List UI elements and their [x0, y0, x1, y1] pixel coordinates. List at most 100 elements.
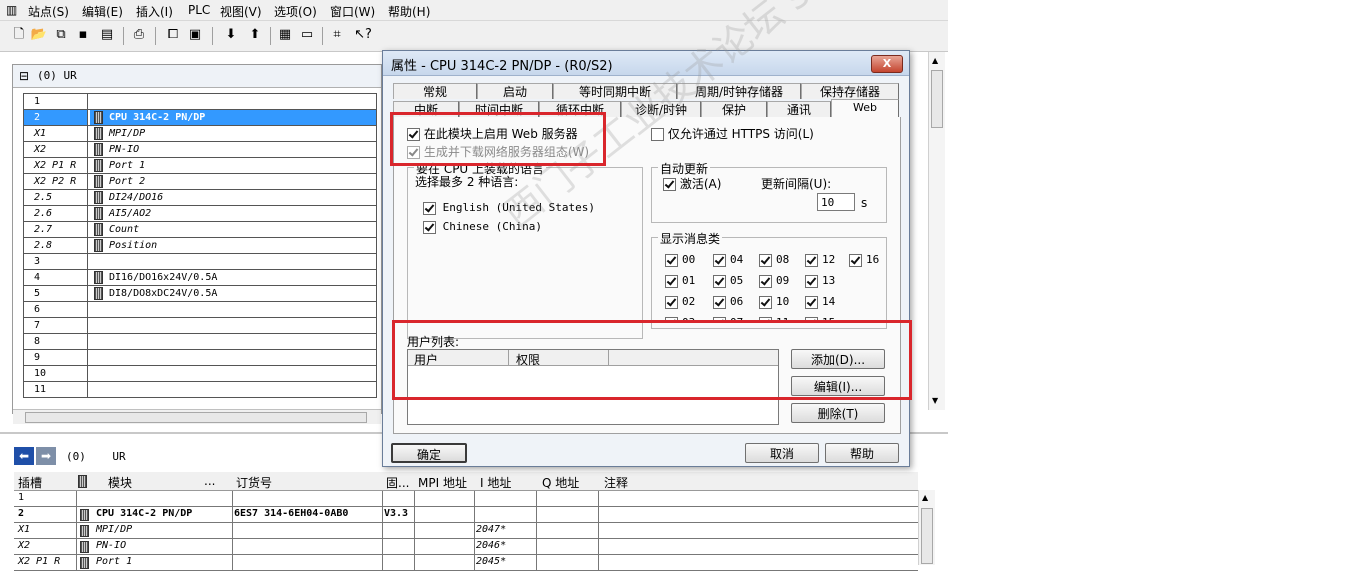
https-only-option[interactable]: 仅允许通过 HTTPS 访问(L)	[651, 125, 814, 142]
scroll-down-icon[interactable]: ▼	[932, 396, 938, 405]
detail-vertical-scrollbar[interactable]: ▲	[918, 490, 935, 565]
network-view-icon[interactable]: ⌗	[328, 26, 346, 44]
rack-row[interactable]: 5 DI8/DO8xDC24V/0.5A	[24, 286, 376, 302]
help-cursor-icon[interactable]: ↖?	[354, 26, 372, 44]
rack-row[interactable]: 10	[24, 366, 376, 382]
message-class-option[interactable]: 00	[665, 253, 695, 267]
menu-help[interactable]: 帮助(H)	[388, 3, 430, 20]
activate-checkbox[interactable]	[663, 178, 676, 191]
rack-row[interactable]: 2.6 AI5/AO2	[24, 206, 376, 222]
print-icon[interactable]: ⎙	[130, 26, 148, 44]
menu-window[interactable]: 窗口(W)	[330, 3, 375, 20]
message-class-checkbox[interactable]	[713, 295, 726, 309]
tab-retentive[interactable]: 保持存储器	[801, 83, 899, 99]
message-class-option[interactable]: 06	[713, 295, 743, 309]
rack-row[interactable]: 2 CPU 314C-2 PN/DP	[24, 110, 376, 126]
activate-option[interactable]: 激活(A)	[663, 175, 721, 192]
message-class-checkbox[interactable]	[805, 295, 818, 309]
col-slot[interactable]: 插槽	[18, 474, 42, 491]
rack-row[interactable]: 3	[24, 254, 376, 270]
message-class-checkbox[interactable]	[805, 274, 818, 288]
scroll-thumb[interactable]	[931, 70, 943, 128]
scroll-up-icon[interactable]: ▲	[922, 493, 928, 502]
rack-row[interactable]: X2 P1 R Port 1	[24, 158, 376, 174]
message-class-checkbox[interactable]	[665, 274, 678, 288]
lang-chinese-checkbox[interactable]	[423, 220, 436, 234]
tab-protection[interactable]: 保护	[701, 101, 767, 117]
detail-row[interactable]: X2 PN-IO 2046*	[14, 539, 918, 555]
message-class-checkbox[interactable]	[759, 253, 772, 267]
network-icon[interactable]: ⧉	[52, 26, 70, 44]
menu-plc[interactable]: PLC	[188, 3, 210, 17]
col-module-more[interactable]: ...	[204, 474, 215, 488]
menu-view[interactable]: 视图(V)	[220, 3, 262, 20]
message-class-checkbox[interactable]	[759, 295, 772, 309]
main-vertical-scrollbar[interactable]: ▲ ▼	[928, 52, 945, 410]
paste-icon[interactable]: ▣	[186, 26, 204, 44]
tab-general[interactable]: 常规	[393, 83, 477, 99]
menu-station[interactable]: 站点(S)	[28, 3, 69, 20]
save-icon[interactable]: ▪	[74, 26, 92, 44]
compile-icon[interactable]: ▤	[98, 26, 116, 44]
menu-options[interactable]: 选项(O)	[274, 3, 317, 20]
rack-row[interactable]: 11	[24, 382, 376, 398]
message-class-option[interactable]: 16	[849, 253, 879, 267]
message-class-checkbox[interactable]	[849, 253, 862, 267]
scroll-thumb[interactable]	[921, 508, 933, 564]
open-icon[interactable]: 📂	[30, 26, 48, 44]
detail-row[interactable]: 2 CPU 314C-2 PN/DP 6ES7 314-6EH04-0AB0 V3.3	[14, 507, 918, 523]
upload-icon[interactable]: ⬆	[246, 26, 264, 44]
ok-button[interactable]: 确定	[391, 443, 467, 463]
rack-row[interactable]: X1 MPI/DP	[24, 126, 376, 142]
message-class-checkbox[interactable]	[713, 253, 726, 267]
message-class-checkbox[interactable]	[665, 253, 678, 267]
rack-row[interactable]: 1	[24, 94, 376, 110]
message-class-option[interactable]: 08	[759, 253, 789, 267]
message-class-option[interactable]: 05	[713, 274, 743, 288]
detail-row[interactable]: X1 MPI/DP 2047*	[14, 523, 918, 539]
rack-row[interactable]: 7	[24, 318, 376, 334]
rack-grid[interactable]: 1 2 CPU 314C-2 PN/DP X1 MPI/DP X2 PN-IO X2 P1 R…	[23, 93, 377, 398]
menu-insert[interactable]: 插入(I)	[136, 3, 173, 20]
window-icon[interactable]: ▭	[298, 26, 316, 44]
detail-row[interactable]: X2 P1 R Port 1 2045*	[14, 555, 918, 571]
message-class-checkbox[interactable]	[665, 295, 678, 309]
tab-web[interactable]: Web	[831, 99, 899, 118]
help-button[interactable]: 帮助	[825, 443, 899, 463]
lang-english-checkbox[interactable]	[423, 201, 436, 215]
message-class-option[interactable]: 09	[759, 274, 789, 288]
col-q-address[interactable]: Q 地址	[542, 474, 579, 491]
message-class-checkbox[interactable]	[805, 253, 818, 267]
rack-horizontal-scrollbar[interactable]	[13, 409, 381, 424]
col-order-number[interactable]: 订货号	[236, 474, 272, 491]
catalog-icon[interactable]: ▦	[276, 26, 294, 44]
new-icon[interactable]: 🗋	[10, 26, 28, 44]
detail-row[interactable]: 1	[14, 491, 918, 507]
rack-row[interactable]: 4 DI16/DO16x24V/0.5A	[24, 270, 376, 286]
download-icon[interactable]: ⬇	[222, 26, 240, 44]
rack-row[interactable]: 6	[24, 302, 376, 318]
message-class-option[interactable]: 10	[759, 295, 789, 309]
col-i-address[interactable]: I 地址	[480, 474, 511, 491]
copy-icon[interactable]: ⧠	[164, 26, 182, 44]
rack-row[interactable]: 2.8 Position	[24, 238, 376, 254]
col-firmware[interactable]: 固...	[386, 474, 409, 491]
message-class-option[interactable]: 01	[665, 274, 695, 288]
tab-startup[interactable]: 启动	[477, 83, 553, 99]
rack-row[interactable]: 2.5 DI24/DO16	[24, 190, 376, 206]
rack-row[interactable]: 9	[24, 350, 376, 366]
message-class-option[interactable]: 02	[665, 295, 695, 309]
message-class-option[interactable]: 13	[805, 274, 835, 288]
col-module[interactable]: 模块	[108, 474, 132, 491]
interval-input[interactable]: 10	[817, 193, 855, 211]
cancel-button[interactable]: 取消	[745, 443, 819, 463]
rack-row[interactable]: X2 PN-IO	[24, 142, 376, 158]
col-comment[interactable]: 注释	[604, 474, 628, 491]
message-class-option[interactable]: 14	[805, 295, 835, 309]
tab-communication[interactable]: 通讯	[767, 101, 831, 117]
delete-user-button[interactable]: 删除(T)	[791, 403, 885, 423]
scroll-up-icon[interactable]: ▲	[932, 56, 938, 65]
detail-table[interactable]: 插槽 模块 ... 订货号 固... MPI 地址 I 地址 Q 地址 注释 1…	[14, 472, 918, 571]
col-mpi-address[interactable]: MPI 地址	[418, 474, 467, 491]
message-class-option[interactable]: 04	[713, 253, 743, 267]
